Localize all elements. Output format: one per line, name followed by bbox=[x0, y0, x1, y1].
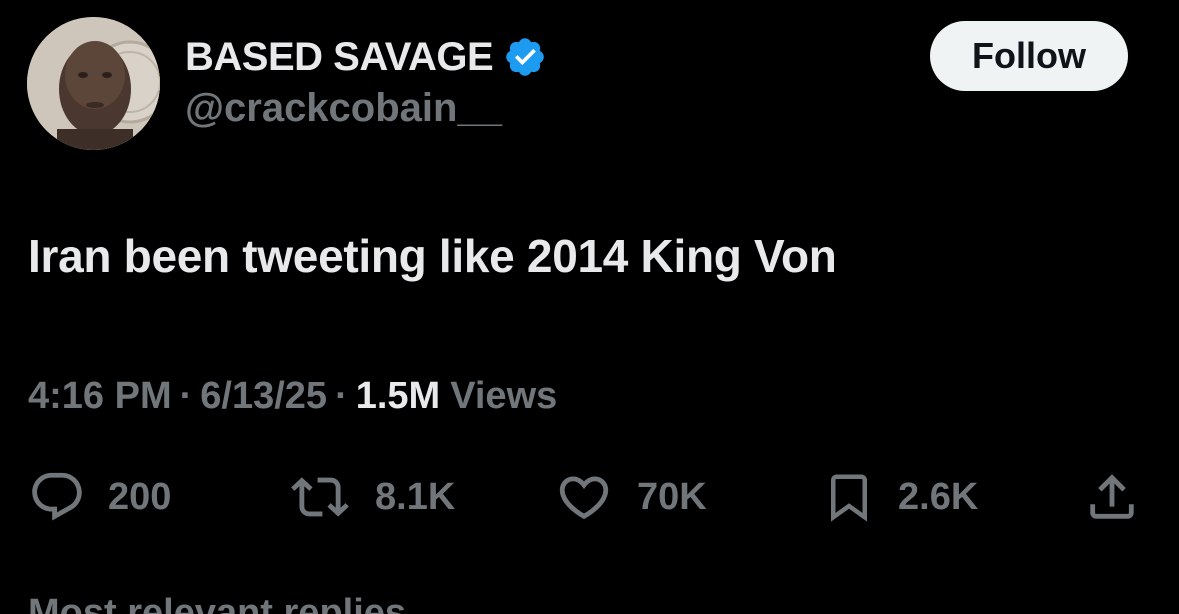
tweet-text: Iran been tweeting like 2014 King Von bbox=[28, 230, 837, 282]
tweet-meta: 4:16 PM · 6/13/25 · 1.5M Views bbox=[28, 372, 557, 420]
verified-badge-icon bbox=[506, 38, 544, 76]
views-label: Views bbox=[450, 374, 558, 417]
reply-button[interactable]: 200 bbox=[28, 467, 171, 527]
avatar[interactable] bbox=[27, 17, 160, 150]
share-button[interactable] bbox=[1083, 467, 1141, 527]
heart-icon bbox=[559, 476, 609, 520]
author-row: BASED SAVAGE bbox=[185, 31, 547, 83]
meta-separator: · bbox=[179, 374, 193, 417]
bookmark-icon bbox=[831, 474, 867, 522]
like-count: 70K bbox=[637, 475, 707, 518]
tweet-time[interactable]: 4:16 PM bbox=[28, 375, 172, 418]
author-handle[interactable]: @crackcobain__ bbox=[185, 86, 502, 131]
tweet-date[interactable]: 6/13/25 bbox=[200, 375, 327, 418]
views-count: 1.5M bbox=[355, 374, 441, 417]
share-icon bbox=[1090, 474, 1134, 519]
avatar-image bbox=[27, 17, 160, 150]
bookmark-count: 2.6K bbox=[898, 475, 979, 518]
author-display-name[interactable]: BASED SAVAGE bbox=[185, 35, 494, 80]
reply-count: 200 bbox=[108, 475, 172, 518]
meta-separator: · bbox=[335, 374, 348, 417]
like-button[interactable]: 70K bbox=[553, 467, 707, 527]
bookmark-button[interactable]: 2.6K bbox=[822, 467, 978, 527]
tweet-actions: 200 8.1K 70K 2.6K bbox=[0, 467, 1179, 527]
retweet-icon bbox=[291, 477, 349, 517]
reply-icon bbox=[32, 472, 82, 521]
retweet-button[interactable]: 8.1K bbox=[287, 467, 455, 527]
follow-button[interactable]: Follow bbox=[930, 21, 1128, 91]
retweet-count: 8.1K bbox=[375, 475, 456, 518]
replies-sort-dropdown[interactable]: Most relevant replies bbox=[28, 592, 406, 614]
